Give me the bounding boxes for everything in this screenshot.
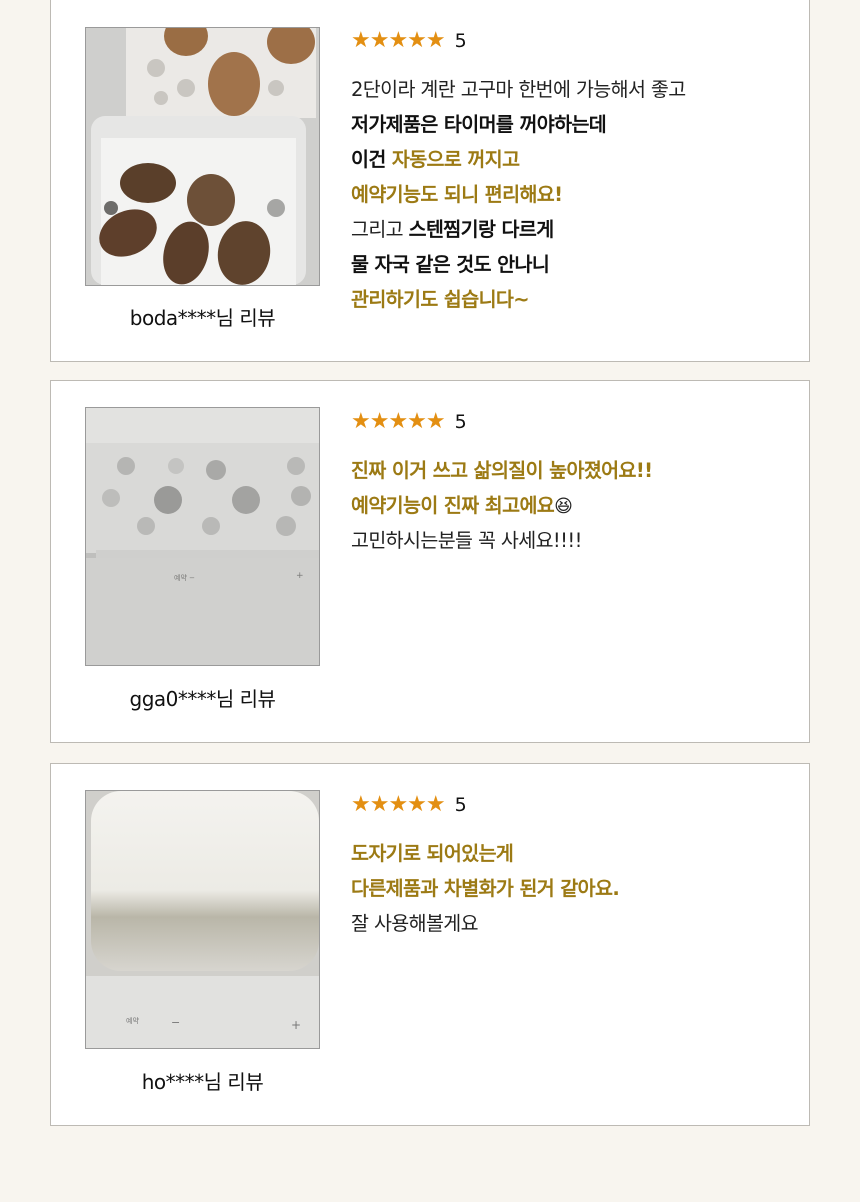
review-line: 이건 자동으로 꺼지고 — [351, 142, 686, 177]
laughing-emoji-icon: 😆 — [554, 496, 573, 517]
svg-text:예약 −: 예약 − — [174, 573, 195, 582]
review-line: 고민하시는분들 꼭 사세요!!!! — [351, 523, 652, 558]
review-card: 예약 − + gga0****님 리뷰 ★★★★★ 5 진짜 이거 쓰고 삶의질… — [50, 380, 810, 743]
review-author: gga0****님 리뷰 — [129, 687, 276, 711]
steamer-closeup-photo: 예약 − + — [86, 408, 319, 665]
review-text-segment: 잘 사용해볼게요 — [351, 912, 479, 935]
review-author: boda****님 리뷰 — [129, 306, 276, 330]
review-text: 2단이라 계란 고구마 한번에 가능해서 좋고 저가제품은 타이머를 꺼야하는데… — [351, 72, 686, 317]
review-text-segment: 2단이라 계란 고구마 한번에 가능해서 좋고 — [351, 78, 686, 101]
review-line: 도자기로 되어있는게 — [351, 836, 619, 871]
review-line: 2단이라 계란 고구마 한번에 가능해서 좋고 — [351, 72, 686, 107]
svg-text:+: + — [291, 1018, 301, 1032]
star-rating-icon: ★★★★★ — [351, 28, 446, 53]
ceramic-lid-photo: 예약 − + — [86, 791, 319, 1048]
review-line: 그리고 스텐찜기랑 다르게 — [351, 212, 686, 247]
svg-text:예약: 예약 — [126, 1016, 139, 1025]
review-line: 관리하기도 쉽습니다~ — [351, 282, 686, 317]
review-text-segment: 이건 — [351, 148, 392, 171]
review-line: 다른제품과 차별화가 된거 같아요. — [351, 871, 620, 906]
star-rating-icon: ★★★★★ — [351, 409, 446, 434]
rating: ★★★★★ 5 — [351, 30, 467, 52]
svg-text:+: + — [296, 571, 304, 581]
star-rating-icon: ★★★★★ — [351, 792, 446, 817]
rating-score: 5 — [454, 793, 467, 816]
rating-score: 5 — [454, 29, 467, 52]
review-text-segment: 예약기능도 되니 편리해요! — [351, 183, 563, 206]
rating-score: 5 — [454, 410, 467, 433]
svg-text:−: − — [171, 1016, 180, 1029]
review-text: 진짜 이거 쓰고 삶의질이 높아졌어요!! 예약기능이 진짜 최고에요😆 고민하… — [351, 453, 653, 558]
review-line: 물 자국 같은 것도 안나니 — [351, 247, 686, 282]
review-text-segment: 관리하기도 쉽습니다~ — [351, 288, 530, 311]
review-author: ho****님 리뷰 — [141, 1070, 264, 1094]
review-text-segment: 예약기능이 진짜 최고에요 — [351, 494, 555, 517]
review-text-segment: 저가제품은 타이머를 꺼야하는데 — [351, 113, 607, 136]
review-photo-ceramic-lid[interactable]: 예약 − + — [85, 790, 320, 1049]
review-photo-eggs-sweet-potatoes[interactable] — [85, 27, 320, 286]
review-text-segment: 진짜 이거 쓰고 삶의질이 높아졌어요!! — [351, 459, 653, 482]
review-text-segment: 다른제품과 차별화가 된거 같아요. — [351, 877, 620, 900]
review-line: 잘 사용해볼게요 — [351, 906, 619, 941]
review-line: 저가제품은 타이머를 꺼야하는데 — [351, 107, 686, 142]
review-text-segment: 스텐찜기랑 다르게 — [408, 218, 555, 241]
review-card: boda****님 리뷰 ★★★★★ 5 2단이라 계란 고구마 한번에 가능해… — [50, 0, 810, 362]
rating: ★★★★★ 5 — [351, 794, 467, 816]
review-line: 예약기능도 되니 편리해요! — [351, 177, 686, 212]
review-text-segment: 고민하시는분들 꼭 사세요!!!! — [351, 529, 582, 552]
review-photo-steamer[interactable]: 예약 − + — [85, 407, 320, 666]
review-text-segment: 물 자국 같은 것도 안나니 — [351, 253, 550, 276]
rating: ★★★★★ 5 — [351, 411, 467, 433]
review-text-segment: 자동으로 꺼지고 — [391, 148, 520, 171]
review-text: 도자기로 되어있는게 다른제품과 차별화가 된거 같아요. 잘 사용해볼게요 — [351, 836, 620, 941]
review-text-segment: 그리고 — [351, 218, 409, 241]
review-line: 예약기능이 진짜 최고에요😆 — [351, 488, 652, 523]
review-text-segment: 도자기로 되어있는게 — [351, 842, 514, 865]
review-card: 예약 − + ho****님 리뷰 ★★★★★ 5 도자기로 되어있는게 다른제… — [50, 763, 810, 1126]
eggs-and-sweet-potatoes-photo — [86, 28, 319, 285]
review-line: 진짜 이거 쓰고 삶의질이 높아졌어요!! — [351, 453, 653, 488]
